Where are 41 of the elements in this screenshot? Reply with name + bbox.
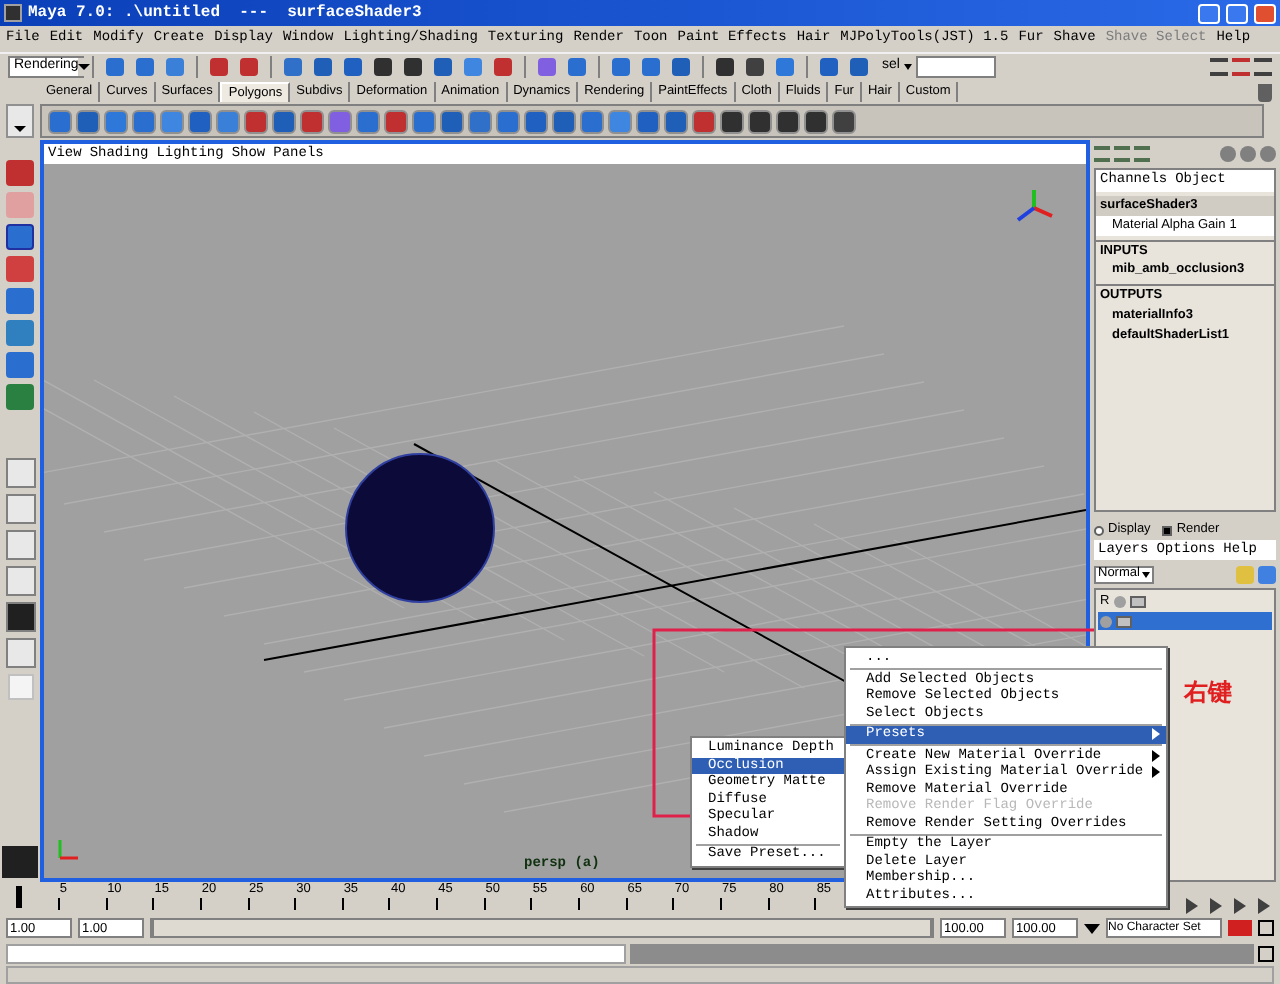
close-button[interactable] — [1254, 3, 1276, 23]
sphere[interactable] — [345, 453, 495, 603]
layer-swatch-icon[interactable] — [1129, 595, 1146, 607]
trash-icon[interactable] — [1258, 84, 1272, 102]
shelf-tool-icon[interactable] — [692, 109, 716, 133]
shelf-menu-icon[interactable] — [6, 104, 34, 138]
shelf-tool-icon[interactable] — [440, 109, 464, 133]
input-field[interactable] — [915, 56, 996, 78]
radio-button[interactable] — [1162, 525, 1173, 535]
shelf-tool-icon[interactable] — [832, 109, 856, 133]
shelf-tool-icon[interactable] — [272, 109, 296, 133]
window-title: Maya 7.0: .\untitled --- surfaceShader3 — [28, 1, 422, 25]
shelf-tool-icon[interactable] — [804, 109, 828, 133]
layer-swatch-icon[interactable] — [1116, 615, 1132, 627]
annotation-text: 右键 — [1184, 676, 1232, 710]
script-editor-icon[interactable] — [1258, 945, 1274, 961]
preferences-icon[interactable] — [1258, 920, 1274, 936]
radio-button[interactable] — [1094, 525, 1104, 535]
shelf-tool-icon[interactable] — [720, 109, 744, 133]
shelf-tool-icon[interactable] — [664, 109, 688, 133]
minimize-button[interactable] — [1198, 3, 1220, 23]
command-line-field[interactable] — [6, 943, 626, 963]
shelf-tool-icon[interactable] — [188, 109, 212, 133]
tool-icon[interactable] — [6, 224, 34, 250]
caret-icon — [1142, 571, 1150, 577]
maximize-button[interactable] — [1226, 3, 1248, 23]
current-time-marker[interactable] — [16, 886, 22, 908]
shelf-tool-icon[interactable] — [300, 109, 324, 133]
shelf-tool-icon[interactable] — [524, 109, 548, 133]
shelf-tool-icon[interactable] — [776, 109, 800, 133]
shelf-tool-icon[interactable] — [244, 109, 268, 133]
logo-icon — [2, 846, 38, 878]
caret-icon — [78, 58, 91, 76]
layer-row[interactable] — [1098, 612, 1272, 630]
app-icon — [4, 4, 22, 22]
layout-icon[interactable] — [5, 602, 35, 632]
shelf-tool-icon[interactable] — [76, 109, 100, 133]
shelf-tool-icon[interactable] — [384, 109, 408, 133]
shelf-tool-icon[interactable] — [748, 109, 772, 133]
shelf-tool-icon[interactable] — [552, 109, 576, 133]
shelf-tool-icon[interactable] — [636, 109, 660, 133]
